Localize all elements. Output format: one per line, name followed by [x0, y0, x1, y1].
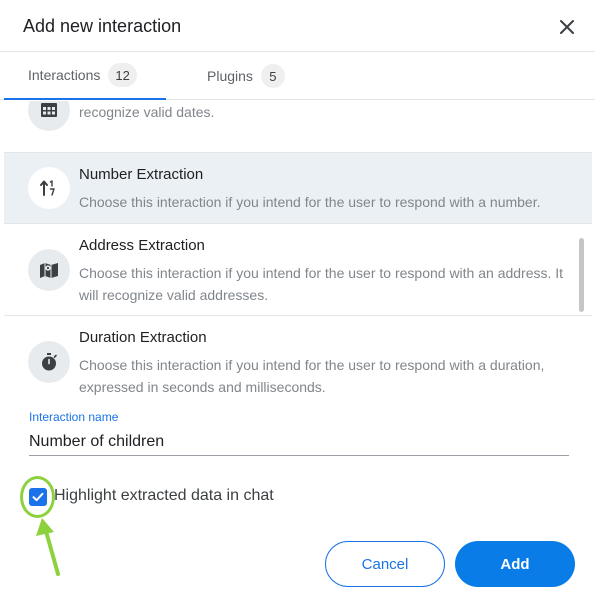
- icon-badge: [28, 167, 70, 209]
- close-button[interactable]: [554, 14, 580, 40]
- item-name: Duration Extraction: [79, 329, 207, 346]
- stopwatch-icon: [42, 353, 57, 371]
- interaction-name-label: Interaction name: [29, 410, 119, 424]
- icon-badge: [28, 249, 70, 291]
- item-description: Choose this interaction if you intend fo…: [79, 357, 545, 395]
- list-scrollbar[interactable]: [579, 238, 584, 312]
- list-item-duration-extraction[interactable]: Duration Extraction Choose this interact…: [4, 316, 592, 398]
- tab-count-badge: 12: [108, 63, 137, 87]
- close-icon: [560, 20, 574, 34]
- tab-label: Interactions: [28, 67, 101, 83]
- interaction-list[interactable]: Choose this interaction if you intend fo…: [4, 101, 592, 398]
- item-name: Address Extraction: [79, 237, 205, 254]
- number-sort-icon: [40, 180, 55, 196]
- icon-badge: [28, 101, 70, 131]
- highlight-checkbox-label[interactable]: Highlight extracted data in chat: [54, 487, 274, 505]
- dialog-title: Add new interaction: [23, 16, 182, 36]
- tab-plugins[interactable]: Plugins 5: [207, 52, 285, 100]
- item-description: Choose this interaction if you intend fo…: [79, 104, 215, 120]
- tab-label: Plugins: [207, 68, 253, 84]
- cancel-button[interactable]: Cancel: [325, 541, 445, 587]
- item-description: Choose this interaction if you intend fo…: [79, 194, 541, 210]
- item-name: Number Extraction: [79, 166, 204, 183]
- tab-interactions[interactable]: Interactions 12: [4, 52, 166, 100]
- tab-bar: Interactions 12 Plugins 5: [0, 52, 595, 100]
- dialog-header: Add new interaction: [0, 0, 595, 52]
- tab-count-badge: 5: [260, 64, 285, 88]
- map-icon: [40, 263, 58, 278]
- add-interaction-dialog: Add new interaction Interactions 12 Plug…: [0, 0, 595, 609]
- annotation-highlight-ring: [20, 476, 55, 518]
- icon-badge: [28, 341, 70, 383]
- annotation-arrow-icon: [36, 518, 60, 576]
- add-button[interactable]: Add: [455, 541, 575, 587]
- interaction-name-input[interactable]: [29, 428, 569, 456]
- calendar-icon: [41, 103, 57, 117]
- item-description: Choose this interaction if you intend fo…: [79, 265, 564, 303]
- list-item-number-extraction[interactable]: Number Extraction Choose this interactio…: [4, 153, 592, 224]
- list-item-date-extraction[interactable]: Choose this interaction if you intend fo…: [4, 101, 592, 153]
- list-item-address-extraction[interactable]: Address Extraction Choose this interacti…: [4, 224, 592, 316]
